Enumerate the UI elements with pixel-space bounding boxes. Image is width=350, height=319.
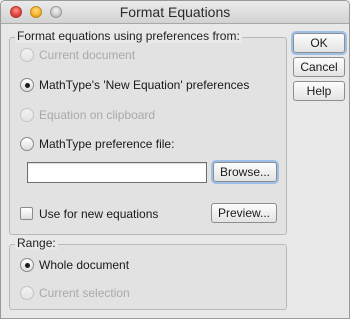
radio-current-selection-label: Current selection	[39, 286, 130, 300]
window-title: Format Equations	[119, 4, 231, 20]
title-bar[interactable]: Format Equations	[1, 1, 349, 24]
use-for-new-equations-label: Use for new equations	[39, 207, 159, 221]
preference-file-path-field[interactable]	[27, 162, 207, 183]
preferences-group-label: Format equations using preferences from:	[15, 29, 242, 43]
help-button[interactable]: Help	[293, 81, 345, 101]
radio-equation-on-clipboard[interactable]	[20, 108, 34, 122]
radio-current-selection[interactable]	[20, 286, 34, 300]
use-for-new-equations-checkbox[interactable]	[20, 207, 33, 220]
cancel-button[interactable]: Cancel	[293, 57, 345, 77]
browse-button[interactable]: Browse...	[213, 162, 277, 182]
range-group	[9, 244, 287, 310]
radio-preference-file-label: MathType preference file:	[39, 137, 175, 151]
radio-whole-document-label: Whole document	[39, 258, 130, 272]
radio-current-document[interactable]	[20, 48, 34, 62]
radio-current-document-label: Current document	[39, 48, 136, 62]
format-equations-dialog: Format Equations Format equations using …	[0, 0, 350, 319]
radio-equation-on-clipboard-label: Equation on clipboard	[39, 108, 156, 122]
radio-whole-document[interactable]	[20, 258, 34, 272]
radio-new-equation-preferences-label: MathType's 'New Equation' preferences	[39, 78, 250, 92]
preview-button[interactable]: Preview...	[211, 203, 277, 223]
radio-preference-file[interactable]	[20, 137, 34, 151]
ok-button[interactable]: OK	[293, 33, 345, 53]
radio-new-equation-preferences[interactable]	[20, 78, 34, 92]
range-group-label: Range:	[15, 236, 58, 250]
